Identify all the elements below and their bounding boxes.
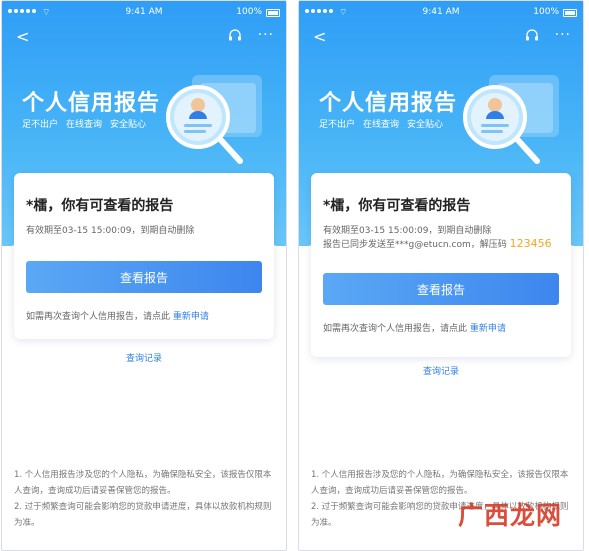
- note-1: 1. 个人信用报告涉及您的个人隐私，为确保隐私安全，该报告仅限本人查询，查询成功…: [14, 470, 272, 496]
- nav-bar: < ···: [2, 27, 286, 47]
- reapply-link[interactable]: 重新申请: [470, 324, 506, 334]
- hero-tags: 足不出户 在线查询 安全贴心: [319, 117, 443, 130]
- view-report-button[interactable]: 查看报告: [26, 261, 262, 293]
- back-icon[interactable]: <: [16, 27, 29, 46]
- watermark-logo: 广西龙网: [458, 501, 563, 530]
- back-icon[interactable]: <: [313, 27, 326, 46]
- query-history-link[interactable]: 查询记录: [2, 351, 286, 364]
- report-magnifier-illustration: [166, 75, 262, 164]
- more-icon[interactable]: ···: [555, 27, 571, 43]
- requery-row: 如需再次查询个人信用报告，请点此 重新申请: [323, 321, 506, 334]
- query-history-link[interactable]: 查询记录: [299, 364, 583, 377]
- phone-screen-after: ⌔ 9:41 AM 100% < ··· 个人信用报告 足不出户 在线查询 安全…: [298, 0, 584, 551]
- validity-text: 有效期至03-15 15:00:09，到期自动删除: [323, 226, 492, 236]
- validity-text: 有效期至03-15 15:00:09，到期自动删除: [26, 226, 195, 236]
- battery-icon: [266, 9, 280, 17]
- hero-tags: 足不出户 在线查询 安全贴心: [22, 117, 146, 130]
- requery-text: 如需再次查询个人信用报告，请点此: [26, 312, 171, 322]
- battery-icon: [563, 9, 577, 17]
- unzip-code: 123456: [509, 237, 552, 250]
- reapply-link[interactable]: 重新申请: [173, 312, 209, 322]
- tag-online: 在线查询: [66, 120, 103, 130]
- battery-percent: 100%: [533, 7, 559, 17]
- report-magnifier-illustration: [463, 75, 559, 164]
- requery-text: 如需再次查询个人信用报告，请点此: [323, 324, 468, 334]
- headset-icon[interactable]: [228, 29, 242, 43]
- tag-online: 在线查询: [363, 120, 400, 130]
- status-bar: ⌔ 9:41 AM 100%: [8, 6, 280, 20]
- card-title: *檑，你有可查看的报告: [323, 198, 471, 214]
- report-card: *檑，你有可查看的报告 有效期至03-15 15:00:09，到期自动删除 报告…: [311, 173, 571, 357]
- card-title: *檑，你有可查看的报告: [26, 198, 174, 214]
- tag-convenient: 足不出户: [319, 120, 356, 130]
- note-1: 1. 个人信用报告涉及您的个人隐私，为确保隐私安全，该报告仅限本人查询，查询成功…: [311, 470, 569, 496]
- more-icon[interactable]: ···: [258, 27, 274, 43]
- note-2: 2. 过于频繁查询可能会影响您的贷款申请进度，具体以放款机构规则为准。: [14, 502, 272, 528]
- email-sent-row: 报告已同步发送至***g@etucn.com，解压码 123456: [323, 237, 552, 250]
- report-card: *檑，你有可查看的报告 有效期至03-15 15:00:09，到期自动删除 查看…: [14, 173, 274, 339]
- requery-row: 如需再次查询个人信用报告，请点此 重新申请: [26, 309, 209, 322]
- tag-convenient: 足不出户: [22, 120, 59, 130]
- battery-percent: 100%: [236, 7, 262, 17]
- notes: 1. 个人信用报告涉及您的个人隐私，为确保隐私安全，该报告仅限本人查询，查询成功…: [14, 467, 272, 531]
- phone-screen-before: ⌔ 9:41 AM 100% < ··· 个人信用报告 足不出户 在线查询 安全…: [1, 0, 287, 551]
- tag-secure: 安全贴心: [407, 120, 444, 130]
- nav-bar: < ···: [299, 27, 583, 47]
- email-sent-text: 报告已同步发送至***g@etucn.com，解压码: [323, 240, 507, 250]
- headset-icon[interactable]: [525, 29, 539, 43]
- tag-secure: 安全贴心: [110, 120, 147, 130]
- view-report-button[interactable]: 查看报告: [323, 273, 559, 305]
- page-title: 个人信用报告: [319, 91, 458, 116]
- status-bar: ⌔ 9:41 AM 100%: [305, 6, 577, 20]
- page-title: 个人信用报告: [22, 91, 161, 116]
